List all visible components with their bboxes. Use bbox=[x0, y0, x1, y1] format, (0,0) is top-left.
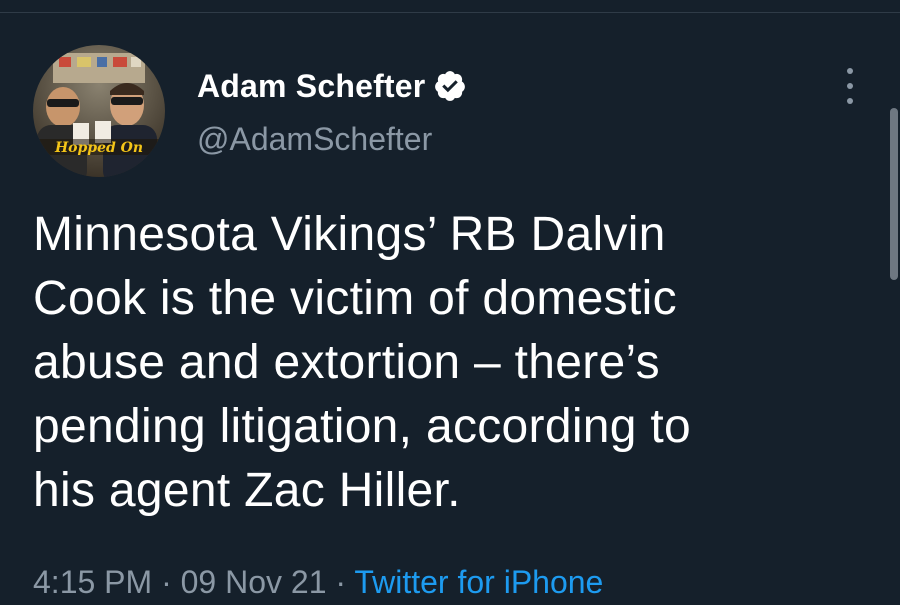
tweet-source-link[interactable]: Twitter for iPhone bbox=[354, 564, 603, 600]
more-options-icon[interactable] bbox=[838, 68, 862, 104]
tweet-meta: 4:15 PM · 09 Nov 21 · Twitter for iPhone bbox=[33, 560, 603, 604]
tweet-text: Minnesota Vikings’ RB Dalvin Cook is the… bbox=[33, 208, 692, 517]
avatar-image: Hopped On bbox=[33, 45, 165, 177]
verified-badge-icon bbox=[433, 69, 467, 103]
avatar-caption: Hopped On bbox=[54, 140, 143, 156]
meta-separator: · bbox=[161, 564, 172, 600]
more-dot bbox=[847, 98, 853, 104]
author-display-name[interactable]: Adam Schefter bbox=[197, 68, 425, 105]
tweet-time[interactable]: 4:15 PM bbox=[33, 564, 152, 600]
meta-separator: · bbox=[335, 564, 347, 600]
avatar[interactable]: Hopped On bbox=[33, 45, 165, 177]
author-name-row[interactable]: Adam Schefter bbox=[197, 64, 467, 108]
author-handle[interactable]: @AdamSchefter bbox=[197, 121, 432, 158]
more-dot bbox=[847, 83, 853, 89]
more-dot bbox=[847, 68, 853, 74]
scrollbar-thumb[interactable] bbox=[890, 108, 898, 280]
top-divider bbox=[0, 12, 900, 13]
tweet-date[interactable]: 09 Nov 21 bbox=[181, 564, 327, 600]
